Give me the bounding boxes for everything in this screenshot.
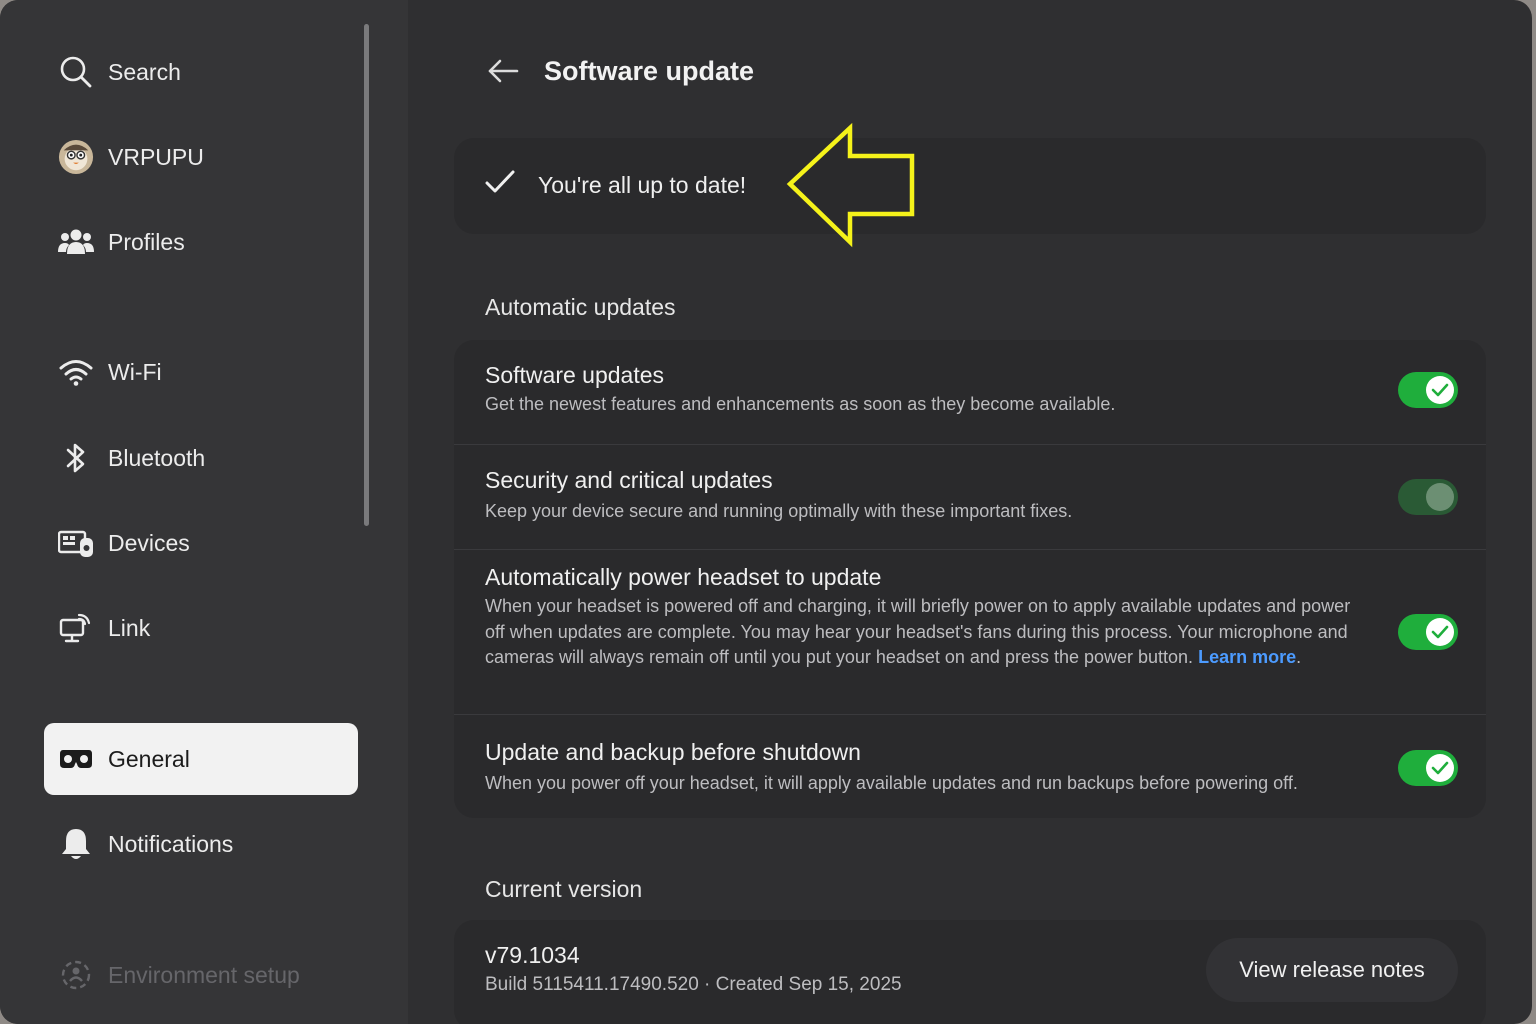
people-icon [58,224,94,260]
settings-window: Search VRPUPU Profiles Wi-Fi Bluetooth D… [0,0,1532,1024]
toggle-check-icon [1426,618,1454,646]
bell-icon [58,826,94,862]
setting-description: Keep your device secure and running opti… [485,501,1073,521]
setting-row-software-updates: Software updates Get the newest features… [454,340,1486,444]
back-button[interactable] [484,54,522,92]
sidebar-item-label: Environment setup [108,961,300,988]
headset-icon [58,741,94,777]
sidebar-item-link[interactable]: Link [44,592,358,664]
sidebar-item-wifi[interactable]: Wi-Fi [44,336,358,408]
sidebar-item-label: Search [108,58,181,85]
toggle-check-icon [1426,754,1454,782]
toggle-check-icon [1426,376,1454,404]
sidebar-item-label: VRPUPU [108,143,204,170]
wifi-icon [58,354,94,390]
page-title: Software update [544,56,755,86]
setting-description: Get the newest features and enhancements… [485,394,1116,414]
checkmark-icon [484,168,516,201]
sidebar-item-devices[interactable]: Devices [44,507,358,579]
security-updates-toggle [1398,479,1458,515]
auto-power-toggle[interactable] [1398,614,1458,650]
annotation-arrow-icon [784,120,924,255]
setting-description: When you power off your headset, it will… [485,773,1298,793]
setting-title: Update and backup before shutdown [485,739,861,765]
sidebar-item-label: Devices [108,529,190,556]
setting-row-auto-power: Automatically power headset to update Wh… [454,550,1486,714]
learn-more-link[interactable]: Learn more [1198,647,1296,667]
sidebar-item-label: Notifications [108,830,234,857]
sidebar-item-label: General [108,745,190,772]
toggle-knob [1426,483,1454,511]
setting-title: Security and critical updates [485,467,773,493]
setting-title: Automatically power headset to update [485,564,882,590]
sidebar-item-search[interactable]: Search [44,36,358,108]
sidebar-item-profiles[interactable]: Profiles [44,206,358,278]
link-icon [58,610,94,646]
automatic-updates-heading: Automatic updates [485,294,676,320]
build-info: Build 5115411.17490.520 · Created Sep 15… [485,974,902,995]
environment-icon [58,957,94,993]
setting-title: Software updates [485,362,665,388]
sidebar-item-label: Link [108,614,151,641]
software-updates-toggle[interactable] [1398,372,1458,408]
view-release-notes-button[interactable]: View release notes [1206,938,1458,1002]
setting-row-security-updates: Security and critical updates Keep your … [454,445,1486,549]
setting-row-update-backup: Update and backup before shutdown When y… [454,715,1486,818]
back-arrow-icon [487,58,519,89]
current-version-heading: Current version [485,876,643,902]
sidebar-item-notifications[interactable]: Notifications [44,808,358,880]
version-number: v79.1034 [485,942,580,968]
sidebar-item-environment-setup[interactable]: Environment setup [44,939,358,1011]
sidebar-item-label: Profiles [108,228,185,255]
devices-icon [58,525,94,561]
bluetooth-icon [58,440,94,476]
link-suffix: . [1296,647,1302,667]
sidebar-item-bluetooth[interactable]: Bluetooth [44,422,358,494]
update-status-text: You're all up to date! [538,172,747,198]
sidebar-item-label: Bluetooth [108,444,206,471]
update-status-card: You're all up to date! [454,138,1486,234]
sidebar-scrollbar[interactable] [364,24,369,526]
automatic-updates-card: Software updates Get the newest features… [454,340,1486,818]
sidebar-item-profile[interactable]: VRPUPU [44,121,358,193]
search-icon [58,54,94,90]
main-panel: Software update You're all up to date! A… [408,0,1532,1024]
avatar [58,139,94,175]
setting-description: When your headset is powered off and cha… [485,594,1365,671]
sidebar-item-general[interactable]: General [44,723,358,795]
update-backup-toggle[interactable] [1398,750,1458,786]
sidebar-item-label: Wi-Fi [108,358,162,385]
current-version-card: v79.1034 Build 5115411.17490.520 · Creat… [454,920,1486,1024]
sidebar: Search VRPUPU Profiles Wi-Fi Bluetooth D… [0,0,408,1024]
